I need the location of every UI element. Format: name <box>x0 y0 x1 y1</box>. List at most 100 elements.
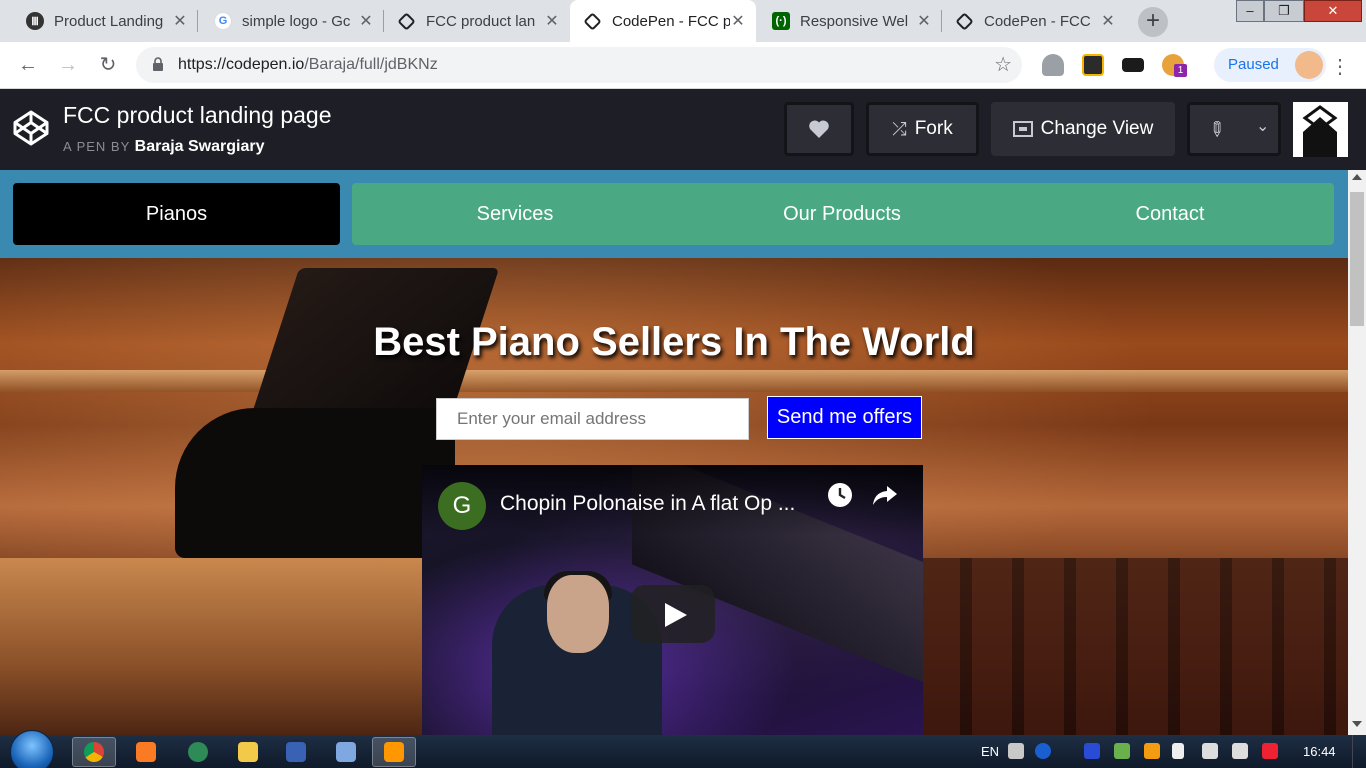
sublime-icon <box>384 742 404 762</box>
tab-responsive-web[interactable]: (·) Responsive Wel ✕ <box>756 0 942 42</box>
tab-product-landing[interactable]: Ⅲ Product Landing ✕ <box>10 0 198 42</box>
keyboard-extension-icon[interactable] <box>1122 58 1144 72</box>
page-scrollbar[interactable] <box>1348 170 1366 735</box>
lock-icon <box>153 57 163 71</box>
heart-button[interactable] <box>784 102 854 156</box>
video-title[interactable]: Chopin Polonaise in A flat Op ... <box>500 492 795 516</box>
nav-links: Services Our Products Contact <box>352 183 1334 245</box>
avatar <box>1295 51 1323 79</box>
reload-icon[interactable]: ↻ <box>94 51 122 79</box>
incognito-extension-icon[interactable] <box>1042 54 1064 76</box>
watch-later-icon[interactable] <box>826 481 854 509</box>
browser-toolbar: ← → ↻ https://codepen.io/Baraja/full/jdB… <box>0 42 1366 89</box>
help-icon[interactable] <box>1035 743 1051 759</box>
kebab-menu-icon[interactable]: ⋮ <box>1330 54 1350 79</box>
close-tab-icon[interactable]: ✕ <box>358 11 374 31</box>
tab-codepen-active[interactable]: CodePen - FCC p ✕ <box>570 0 756 42</box>
browser-tab-strip: Ⅲ Product Landing ✕ G simple logo - Gc ✕… <box>0 0 1366 42</box>
close-tab-icon[interactable]: ✕ <box>172 11 188 31</box>
share-icon[interactable] <box>872 483 898 507</box>
pen-author-link[interactable]: Baraja Swargiary <box>135 138 265 155</box>
start-button[interactable] <box>10 730 54 768</box>
profile-status-label: Paused <box>1228 56 1279 73</box>
close-tab-icon[interactable]: ✕ <box>730 11 746 31</box>
heart-icon <box>809 120 829 138</box>
nav-link-contact[interactable]: Contact <box>1080 183 1260 245</box>
url-text: https://codepen.io/Baraja/full/jdBKNz <box>178 56 438 73</box>
folder-icon <box>238 742 258 762</box>
dev-icon <box>286 742 306 762</box>
pen-author-line: A PEN BY Baraja Swargiary <box>63 138 265 155</box>
power-icon[interactable] <box>1262 743 1278 759</box>
hero-section: Best Piano Sellers In The World Send me … <box>0 258 1348 735</box>
brand-logo[interactable]: Pianos <box>13 183 340 245</box>
stack-icon[interactable] <box>1114 743 1130 759</box>
pin-button[interactable]: ✎ ⌄ <box>1187 102 1281 156</box>
codepen-avatar-icon <box>1302 105 1338 157</box>
hero-background-seats <box>920 558 1348 735</box>
close-tab-icon[interactable]: ✕ <box>544 11 560 31</box>
profile-button[interactable]: Paused <box>1214 48 1326 82</box>
system-clock[interactable]: 16:44 <box>1303 744 1336 759</box>
volume-icon[interactable] <box>1232 743 1248 759</box>
channel-avatar[interactable]: G <box>438 482 486 530</box>
bookmark-star-icon[interactable]: ☆ <box>994 52 1012 77</box>
codepen-icon <box>583 11 602 31</box>
forward-icon[interactable]: → <box>54 51 82 79</box>
back-icon[interactable]: ← <box>14 51 42 79</box>
taskbar-app[interactable] <box>176 737 220 767</box>
extension-icon[interactable] <box>1082 54 1104 76</box>
piano-icon: Ⅲ <box>26 12 44 30</box>
hero-title: Best Piano Sellers In The World <box>373 320 975 364</box>
close-window-button[interactable]: ✕ <box>1304 0 1362 22</box>
keyboard-icon[interactable] <box>1008 743 1024 759</box>
package-icon[interactable] <box>1144 743 1160 759</box>
pin-icon: ✎ <box>1202 115 1230 144</box>
taskbar-devcpp[interactable] <box>274 737 318 767</box>
nav-link-services[interactable]: Services <box>425 183 605 245</box>
extension-badge: 1 <box>1174 64 1187 77</box>
close-tab-icon[interactable]: ✕ <box>1100 11 1116 31</box>
address-bar[interactable]: https://codepen.io/Baraja/full/jdBKNz ☆ <box>136 47 1022 83</box>
network-icon[interactable] <box>1202 743 1218 759</box>
pen-title: FCC product landing page <box>63 102 332 128</box>
tab-fcc-product[interactable]: FCC product lan ✕ <box>384 0 570 42</box>
chrome-icon <box>84 742 104 762</box>
tab-codepen-fcc[interactable]: CodePen - FCC ✕ <box>942 0 1126 42</box>
scroll-up-icon[interactable] <box>1352 174 1362 180</box>
play-button[interactable] <box>631 585 715 643</box>
taskbar-explorer[interactable] <box>226 737 270 767</box>
taskbar-chrome[interactable] <box>72 737 116 767</box>
taskbar-xampp[interactable] <box>124 737 168 767</box>
hero-background-piano <box>175 408 455 558</box>
codepen-icon <box>397 11 416 31</box>
tab-simple-logo[interactable]: G simple logo - Gc ✕ <box>198 0 384 42</box>
codepen-header: FCC product landing page A PEN BY Baraja… <box>0 89 1366 170</box>
language-indicator[interactable]: EN <box>981 735 999 768</box>
nav-link-products[interactable]: Our Products <box>752 183 932 245</box>
close-tab-icon[interactable]: ✕ <box>916 11 932 31</box>
email-input[interactable] <box>436 398 749 440</box>
screen: Ⅲ Product Landing ✕ G simple logo - Gc ✕… <box>0 0 1366 768</box>
new-tab-button[interactable]: + <box>1138 7 1168 37</box>
fork-icon: ⤮ <box>892 118 907 139</box>
taskbar-notepad[interactable] <box>324 737 368 767</box>
codepen-icon <box>955 11 974 31</box>
phone-icon[interactable] <box>1084 743 1100 759</box>
minimize-button[interactable]: – <box>1236 0 1264 22</box>
user-avatar[interactable] <box>1293 102 1348 157</box>
restore-button[interactable]: ❐ <box>1264 0 1304 22</box>
submit-button[interactable]: Send me offers <box>767 396 922 439</box>
chevron-down-icon[interactable]: ⌄ <box>1256 116 1269 136</box>
taskbar-sublime[interactable] <box>372 737 416 767</box>
flag-icon[interactable] <box>1172 743 1184 759</box>
tampermonkey-extension-icon[interactable]: 1 <box>1162 54 1187 77</box>
scrollbar-thumb[interactable] <box>1350 192 1364 326</box>
freecodecamp-icon: (·) <box>772 12 790 30</box>
change-view-button[interactable]: Change View <box>991 102 1175 156</box>
show-desktop-button[interactable] <box>1352 735 1366 768</box>
fork-button[interactable]: ⤮ Fork <box>866 102 979 156</box>
codepen-logo-icon[interactable] <box>12 109 50 147</box>
video-player[interactable]: G Chopin Polonaise in A flat Op ... <box>422 465 923 735</box>
scroll-down-icon[interactable] <box>1352 721 1362 727</box>
